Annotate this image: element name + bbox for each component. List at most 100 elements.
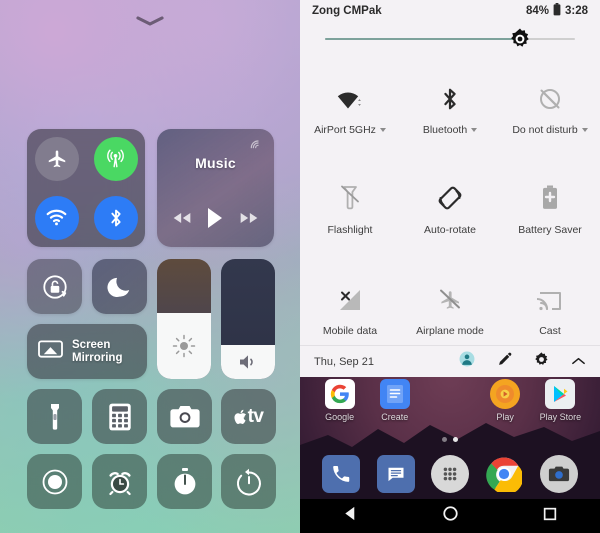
qs-tile-label: Auto-rotate — [424, 224, 476, 237]
camera-icon[interactable] — [539, 455, 578, 493]
music-title: Music — [195, 155, 236, 171]
screen-mirroring-label: Screen Mirroring — [72, 339, 122, 365]
back-triangle-icon[interactable] — [342, 505, 359, 527]
home-app[interactable]: Play — [481, 379, 529, 422]
page-dot-active[interactable] — [453, 437, 458, 442]
ios-control-center: Music Screen Mirroring tv — [0, 0, 300, 533]
quick-settings-tiles: AirPort 5GHz Bluetooth Do not disturb Fl… — [300, 56, 600, 362]
pencil-icon[interactable] — [497, 352, 512, 372]
connectivity-tile[interactable] — [27, 129, 145, 247]
gear-icon[interactable] — [534, 351, 549, 372]
chrome-icon[interactable] — [485, 455, 523, 493]
mirror-line1: Screen — [72, 338, 111, 351]
play-icon[interactable] — [205, 207, 225, 229]
qs-tile-label-wrap: Flashlight — [328, 224, 373, 236]
cellular-antenna-icon — [107, 149, 124, 168]
brightness-sun-icon — [157, 333, 211, 359]
cellular-data-toggle[interactable] — [93, 136, 138, 181]
qs-tile-label: Mobile data — [322, 325, 378, 338]
music-transport-controls — [157, 207, 274, 229]
airplay-audio-icon[interactable] — [250, 135, 266, 156]
android-brightness-slider[interactable] — [300, 22, 600, 56]
android-screen: Google Create Play Play Store Zong CMPak… — [300, 0, 600, 533]
qs-tile-label-wrap: Do not disturb — [512, 124, 588, 136]
airplane-mode-toggle[interactable] — [34, 136, 79, 181]
home-circle-icon[interactable] — [442, 505, 459, 527]
flashlight-icon — [50, 403, 59, 430]
camera-shortcut[interactable] — [157, 389, 212, 444]
app-drawer-icon[interactable] — [430, 455, 469, 493]
rotation-lock-toggle[interactable] — [27, 259, 82, 314]
fast-forward-icon[interactable] — [239, 211, 259, 225]
app-label: Play Store — [539, 412, 582, 422]
wifi-icon — [337, 85, 363, 111]
flashlight-off-icon — [340, 185, 360, 211]
android-navigation-bar — [300, 499, 600, 533]
mirror-line2: Mirroring — [72, 351, 123, 364]
brightness-track[interactable] — [325, 28, 575, 47]
apple-tv-remote-shortcut[interactable]: tv — [221, 389, 276, 444]
home-app[interactable]: Google — [316, 379, 364, 422]
wifi-icon — [46, 209, 67, 226]
stopwatch-shortcut[interactable] — [157, 454, 212, 509]
google-g-icon — [324, 379, 355, 409]
music-widget[interactable]: Music — [157, 129, 274, 247]
page-dot[interactable] — [442, 437, 447, 442]
app-label: Google — [325, 412, 355, 422]
battery-saver-icon — [541, 185, 559, 211]
volume-slider[interactable] — [221, 259, 275, 379]
qs-tile-label: Battery Saver — [518, 224, 582, 237]
control-center-grabber[interactable] — [0, 14, 300, 28]
qs-tile-label-wrap: Mobile data — [323, 325, 377, 337]
android-home-screen: Google Create Play Play Store — [300, 377, 600, 533]
qs-tile-auto-rotate[interactable]: Auto-rotate — [400, 161, 500, 262]
do-not-disturb-toggle[interactable] — [92, 259, 147, 314]
qs-tile-label-wrap: Bluetooth — [423, 124, 478, 136]
home-app[interactable]: Play Store — [536, 379, 584, 422]
qs-tile-label-wrap: Battery Saver — [518, 224, 582, 236]
qs-tile-label: Flashlight — [327, 224, 373, 237]
qs-tile-flashlight[interactable]: Flashlight — [300, 161, 400, 262]
brightness-fill — [325, 38, 520, 40]
screen-recording-shortcut[interactable] — [27, 454, 82, 509]
calculator-shortcut[interactable] — [92, 389, 147, 444]
android-dock — [300, 455, 600, 493]
timer-shortcut[interactable] — [221, 454, 276, 509]
qs-tile-label-wrap: Auto-rotate — [424, 224, 476, 236]
qs-tile-label-wrap: Airplane mode — [416, 325, 484, 337]
alarm-shortcut[interactable] — [92, 454, 147, 509]
apple-tv-icon: tv — [234, 407, 264, 426]
alarm-clock-icon — [108, 471, 131, 495]
screen-mirroring-tile[interactable]: Screen Mirroring — [27, 324, 147, 379]
message-icon[interactable] — [376, 455, 415, 493]
qs-tile-battery-saver[interactable]: Battery Saver — [500, 161, 600, 262]
clock-label: 3:28 — [564, 5, 588, 17]
status-bar: Zong CMPak 84% 3:28 — [300, 0, 600, 22]
qs-tile-label: AirPort 5GHz — [314, 123, 376, 136]
user-avatar-icon[interactable] — [459, 351, 475, 372]
wifi-toggle[interactable] — [34, 195, 79, 240]
record-icon — [42, 469, 67, 494]
chevron-down-icon[interactable] — [379, 127, 386, 132]
carrier-label: Zong CMPak — [312, 5, 382, 17]
phone-icon[interactable] — [322, 455, 361, 493]
dual-phone-screenshot: Music Screen Mirroring tv Google Create … — [0, 0, 600, 533]
app-label: Create — [381, 412, 409, 422]
chevron-up-icon[interactable] — [571, 353, 586, 371]
docs-icon — [379, 379, 410, 409]
chevron-down-icon[interactable] — [581, 127, 588, 132]
quick-settings-footer: Thu, Sep 21 — [300, 345, 600, 377]
bluetooth-toggle[interactable] — [93, 195, 138, 240]
brightness-slider[interactable] — [157, 259, 211, 379]
recents-square-icon[interactable] — [542, 506, 558, 527]
camera-icon — [169, 405, 200, 427]
qs-tile-bluetooth[interactable]: Bluetooth — [400, 60, 500, 161]
brightness-sun-icon[interactable] — [509, 28, 531, 50]
qs-tile-do-not-disturb[interactable]: Do not disturb — [500, 60, 600, 161]
rewind-icon[interactable] — [172, 211, 192, 225]
home-app[interactable]: Create — [371, 379, 419, 422]
qs-tile-wifi[interactable]: AirPort 5GHz — [300, 60, 400, 161]
chevron-down-icon[interactable] — [471, 127, 478, 132]
date-label: Thu, Sep 21 — [314, 355, 374, 368]
flashlight-shortcut[interactable] — [27, 389, 82, 444]
